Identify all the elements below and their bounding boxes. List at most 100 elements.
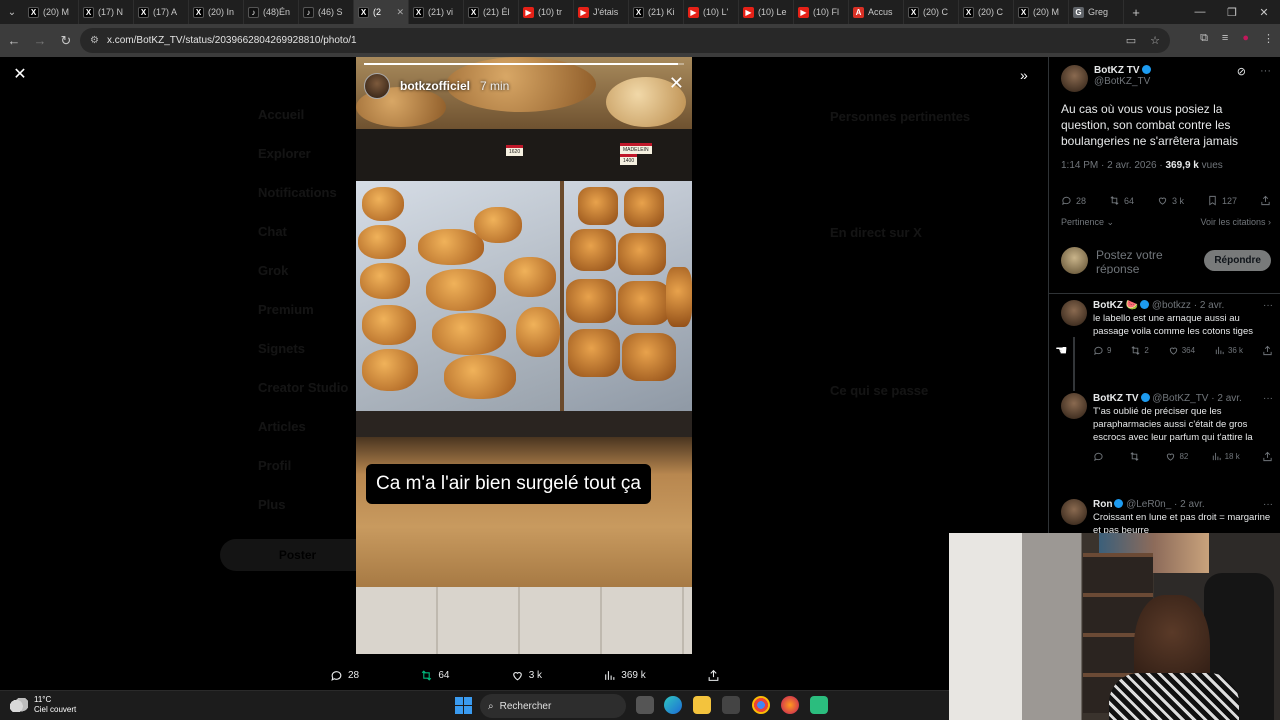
- firefox-icon[interactable]: [781, 696, 799, 714]
- browser-tab[interactable]: X (17) A: [134, 0, 189, 24]
- edge-icon[interactable]: [664, 696, 682, 714]
- grok-icon[interactable]: ⊘: [1237, 65, 1246, 92]
- file-explorer-icon[interactable]: [693, 696, 711, 714]
- browser-tab[interactable]: X (20) C: [959, 0, 1014, 24]
- app-icon[interactable]: [810, 696, 828, 714]
- avatar[interactable]: [1061, 393, 1087, 419]
- more-icon[interactable]: ···: [1260, 65, 1271, 92]
- cast-icon[interactable]: ▭: [1126, 34, 1136, 47]
- repost-button[interactable]: [1129, 451, 1143, 462]
- avatar[interactable]: [1061, 65, 1088, 92]
- views-button[interactable]: 36 k: [1214, 345, 1243, 356]
- repost-button[interactable]: 64: [1109, 195, 1134, 206]
- taskbar-search[interactable]: ⌕ Rechercher: [480, 694, 626, 718]
- reply-author-name[interactable]: BotKZ 🍉: [1093, 300, 1138, 311]
- back-icon[interactable]: ←: [2, 29, 26, 53]
- more-icon[interactable]: ···: [1263, 499, 1273, 510]
- pastry: [358, 225, 406, 259]
- forward-icon[interactable]: →: [28, 29, 52, 53]
- reply-submit-button[interactable]: Répondre: [1204, 250, 1271, 271]
- quotes-link[interactable]: Voir les citations ›: [1200, 217, 1271, 228]
- browser-tab[interactable]: G Greg: [1069, 0, 1124, 24]
- close-window-icon[interactable]: ✕: [1248, 0, 1280, 24]
- reply-item[interactable]: Ron @LeR0n_ · 2 avr. Croissant en lune et…: [1061, 499, 1273, 537]
- store-icon[interactable]: [722, 696, 740, 714]
- task-view-icon[interactable]: [636, 696, 654, 714]
- more-icon[interactable]: ···: [1263, 393, 1273, 404]
- browser-tab[interactable]: X (21) vi: [409, 0, 464, 24]
- reply-button[interactable]: 28: [330, 669, 359, 682]
- bookmark-button[interactable]: 127: [1207, 195, 1237, 206]
- reply-author-name[interactable]: Ron: [1093, 499, 1112, 510]
- reply-button[interactable]: 28: [1061, 195, 1086, 206]
- close-tab-icon[interactable]: ✕: [396, 7, 404, 18]
- pain-au-chocolat: [618, 281, 670, 325]
- tab-search-icon[interactable]: ⌄: [0, 0, 24, 24]
- browser-tab[interactable]: ♪ (48)Én: [244, 0, 299, 24]
- avatar[interactable]: [1061, 499, 1087, 525]
- browser-tab[interactable]: ♪ (46) S: [299, 0, 354, 24]
- browser-tab[interactable]: X (20) M: [24, 0, 79, 24]
- windows-start-icon[interactable]: [455, 697, 472, 714]
- profile-icon[interactable]: ●: [1242, 32, 1249, 45]
- chrome-icon[interactable]: [752, 696, 770, 714]
- like-button[interactable]: 82: [1165, 451, 1188, 462]
- share-button[interactable]: [707, 669, 720, 682]
- share-button[interactable]: [1262, 451, 1273, 462]
- close-viewer-icon[interactable]: ✕: [12, 67, 28, 83]
- reload-icon[interactable]: ↻: [54, 29, 78, 53]
- share-button[interactable]: [1260, 195, 1271, 206]
- extensions-icon[interactable]: ⧉: [1200, 32, 1208, 45]
- repost-button[interactable]: 64: [420, 669, 449, 682]
- reply-author-handle[interactable]: @BotKZ_TV · 2 avr.: [1152, 393, 1242, 404]
- reply-item[interactable]: BotKZ TV @BotKZ_TV · 2 avr. T'as oublié d…: [1061, 393, 1273, 462]
- like-button[interactable]: 3 k: [1157, 195, 1184, 206]
- views-button[interactable]: 369 k: [603, 669, 646, 682]
- browser-tab[interactable]: A Accus: [849, 0, 904, 24]
- minimize-icon[interactable]: —: [1184, 0, 1216, 24]
- avatar[interactable]: [364, 73, 390, 99]
- browser-tab[interactable]: X (20) In: [189, 0, 244, 24]
- bookmark-star-icon[interactable]: ☆: [1150, 34, 1160, 47]
- menu-icon[interactable]: ⋮: [1263, 32, 1274, 45]
- sort-dropdown[interactable]: Pertinence ⌄: [1061, 217, 1114, 228]
- browser-tab[interactable]: X (21) Ki: [629, 0, 684, 24]
- browser-tab[interactable]: ▶ (10) Fl: [794, 0, 849, 24]
- site-info-icon[interactable]: ⚙: [90, 35, 99, 46]
- story-username[interactable]: botkzofficiel: [400, 79, 470, 93]
- reply-button[interactable]: 9: [1093, 345, 1111, 356]
- browser-tab[interactable]: X (17) N: [79, 0, 134, 24]
- browser-tab[interactable]: X (20) C: [904, 0, 959, 24]
- browser-tab[interactable]: X (2 ✕: [354, 0, 409, 24]
- browser-tab[interactable]: ▶ J'étais: [574, 0, 629, 24]
- reply-author-name[interactable]: BotKZ TV: [1093, 393, 1139, 404]
- media-icon[interactable]: ≡: [1222, 32, 1228, 45]
- browser-tab[interactable]: ▶ (10) tr: [519, 0, 574, 24]
- wood-counter: [356, 437, 692, 587]
- author-handle[interactable]: @BotKZ_TV: [1094, 76, 1151, 87]
- reply-author-handle[interactable]: @LeR0n_ · 2 avr.: [1126, 499, 1205, 510]
- weather-widget[interactable]: 11°C Ciel couvert: [10, 695, 76, 715]
- browser-tab[interactable]: ▶ (10) Le: [739, 0, 794, 24]
- tweet-time[interactable]: 1:14 PM · 2 avr. 2026 ·: [1061, 160, 1166, 171]
- reply-button[interactable]: [1093, 451, 1107, 462]
- expand-panel-icon[interactable]: »: [1020, 67, 1028, 83]
- reply-input[interactable]: Postez votre réponse: [1096, 248, 1186, 274]
- browser-tab[interactable]: X (20) M: [1014, 0, 1069, 24]
- author-name[interactable]: BotKZ TV: [1094, 65, 1140, 76]
- browser-tab[interactable]: ▶ (10) L': [684, 0, 739, 24]
- views-button[interactable]: 18 k: [1211, 451, 1240, 462]
- more-icon[interactable]: ···: [1263, 300, 1273, 311]
- repost-button[interactable]: 2: [1130, 345, 1149, 356]
- browser-tab[interactable]: X (21) Él: [464, 0, 519, 24]
- avatar[interactable]: [1061, 300, 1087, 326]
- reply-item[interactable]: BotKZ 🍉 @botkzz · 2 avr. le labello est u…: [1061, 300, 1273, 356]
- like-button[interactable]: 3 k: [511, 669, 542, 682]
- share-button[interactable]: [1262, 345, 1273, 356]
- new-tab-button[interactable]: +: [1124, 5, 1148, 20]
- restore-icon[interactable]: ❐: [1216, 0, 1248, 24]
- address-bar[interactable]: ⚙ x.com/BotKZ_TV/status/2039662804269928…: [80, 28, 1170, 53]
- tweet-author[interactable]: BotKZ TV @BotKZ_TV ⊘ ···: [1061, 65, 1271, 92]
- reply-author-handle[interactable]: @botkzz · 2 avr.: [1152, 300, 1224, 311]
- like-button[interactable]: 364: [1168, 345, 1195, 356]
